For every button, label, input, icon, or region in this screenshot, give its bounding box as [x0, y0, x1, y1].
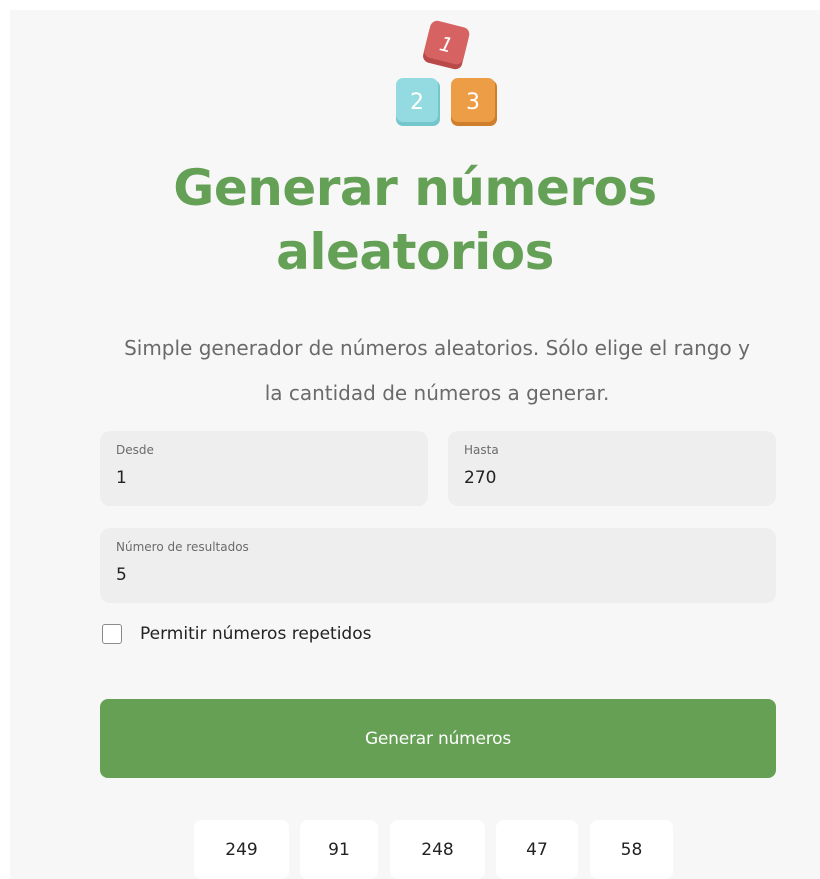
generate-button[interactable]: Generar números: [100, 699, 776, 778]
result-item: 91: [300, 820, 378, 879]
dice-logo: 1 2 3: [393, 20, 503, 130]
subtitle-line-2: la cantidad de números a generar.: [264, 381, 610, 405]
desde-field[interactable]: Desde 1: [100, 431, 428, 506]
desde-label: Desde: [116, 443, 154, 457]
result-item: 249: [194, 820, 289, 879]
resultados-label: Número de resultados: [116, 540, 249, 554]
hasta-input[interactable]: 270: [464, 468, 760, 488]
resultados-field[interactable]: Número de resultados 5: [100, 528, 776, 603]
title-line-1: Generar números: [173, 159, 657, 217]
result-item: 248: [390, 820, 485, 879]
result-item: 58: [590, 820, 673, 879]
hasta-label: Hasta: [464, 443, 499, 457]
repetidos-option[interactable]: Permitir números repetidos: [102, 622, 371, 646]
cube-digit-2: 2: [410, 90, 424, 115]
cube-digit-3: 3: [466, 90, 480, 115]
result-item: 47: [496, 820, 578, 879]
desde-input[interactable]: 1: [116, 468, 412, 488]
results-list: 249 91 248 47 58: [10, 820, 820, 879]
title-line-2: aleatorios: [276, 223, 554, 281]
page: 1 2 3 Generar números aleatorios Simple …: [10, 10, 820, 879]
page-title: Generar números aleatorios: [10, 156, 820, 284]
number-cubes-icon: 1 2 3: [396, 20, 497, 126]
resultados-input[interactable]: 5: [116, 565, 760, 585]
page-subtitle: Simple generador de números aleatorios. …: [92, 326, 782, 416]
subtitle-line-1: Simple generador de números aleatorios. …: [124, 336, 750, 360]
hasta-field[interactable]: Hasta 270: [448, 431, 776, 506]
repetidos-label[interactable]: Permitir números repetidos: [140, 624, 371, 644]
repetidos-checkbox[interactable]: [102, 624, 122, 644]
